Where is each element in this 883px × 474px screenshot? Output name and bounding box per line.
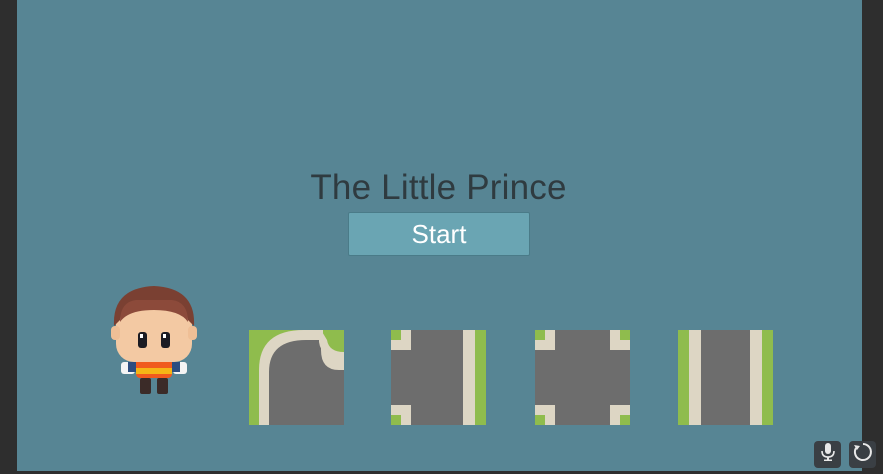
tile-road-straight[interactable]	[678, 330, 773, 425]
prince-character[interactable]	[106, 282, 202, 398]
start-button[interactable]: Start	[348, 212, 530, 256]
refresh-icon	[853, 442, 873, 467]
tile-road-crossroad[interactable]	[535, 330, 630, 425]
tile-road-curve[interactable]	[249, 330, 344, 425]
left-frame	[0, 0, 17, 474]
refresh-button[interactable]	[849, 441, 876, 468]
microphone-button[interactable]	[814, 441, 841, 468]
game-title: The Little Prince	[310, 168, 567, 207]
tile-road-t-junction[interactable]	[391, 330, 486, 425]
right-frame	[862, 0, 883, 474]
microphone-icon	[820, 443, 835, 466]
